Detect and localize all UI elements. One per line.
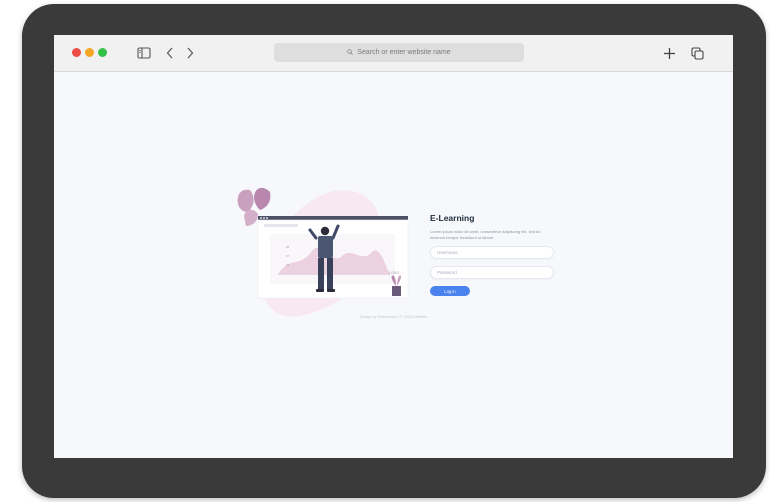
minimize-window-dot[interactable] bbox=[85, 48, 94, 57]
username-input[interactable]: Username bbox=[430, 246, 554, 259]
login-title: E-Learning bbox=[430, 213, 475, 223]
plus-icon[interactable] bbox=[660, 41, 678, 65]
close-window-dot[interactable] bbox=[72, 48, 81, 57]
svg-text:67: 67 bbox=[286, 254, 290, 258]
login-description: Lorem ipsum dolor sit amet, consectetur … bbox=[430, 229, 541, 240]
address-bar[interactable]: Search or enter website name bbox=[274, 43, 524, 62]
chevron-right-icon[interactable] bbox=[182, 41, 198, 65]
page-content: 86 67 48 LOGO E-Learning Lorem ipsum dol… bbox=[54, 72, 733, 458]
svg-text:86: 86 bbox=[286, 245, 290, 249]
tabs-icon[interactable] bbox=[688, 41, 706, 65]
login-button[interactable]: Log in bbox=[430, 286, 470, 296]
browser-toolbar: Search or enter website name bbox=[54, 35, 733, 72]
sidebar-icon[interactable] bbox=[134, 41, 154, 65]
password-placeholder: Password bbox=[437, 270, 457, 275]
login-button-label: Log in bbox=[444, 288, 456, 294]
search-icon bbox=[347, 48, 357, 57]
maximize-window-dot[interactable] bbox=[98, 48, 107, 57]
username-placeholder: Username bbox=[437, 250, 458, 255]
chevron-left-icon[interactable] bbox=[162, 41, 178, 65]
password-input[interactable]: Password bbox=[430, 266, 554, 279]
svg-text:48: 48 bbox=[286, 263, 290, 267]
footer-credit: Design by Rosamaria • © 2026 Dribbble bbox=[359, 315, 428, 319]
browser-window: Search or enter website name 86 67 48 LO… bbox=[54, 35, 733, 458]
login-form: E-Learning Lorem ipsum dolor sit amet, c… bbox=[430, 213, 570, 296]
presentation-illustration: 86 67 48 LOGO bbox=[230, 156, 430, 326]
illustration-badge: LOGO bbox=[389, 271, 399, 275]
address-placeholder: Search or enter website name bbox=[357, 49, 451, 56]
